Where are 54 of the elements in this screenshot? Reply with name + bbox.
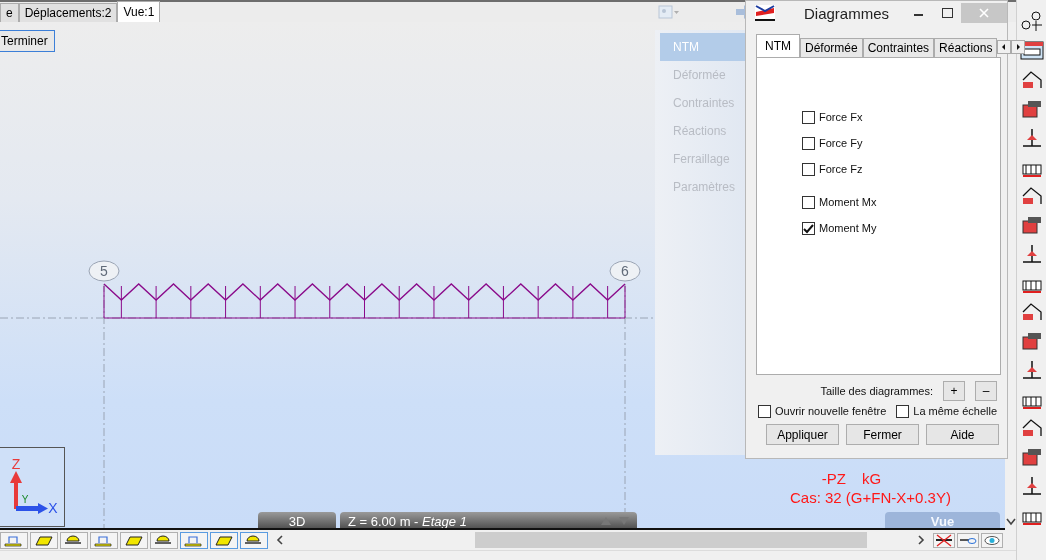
chevron-down-icon[interactable]	[1005, 518, 1016, 526]
dialog-tab[interactable]: Réactions	[934, 38, 998, 57]
tab[interactable]: Vue:1	[117, 1, 161, 22]
level-bar[interactable]: Z = 6.00 m - Etage 1	[340, 512, 637, 528]
link-icon[interactable]	[956, 532, 979, 548]
checkbox[interactable]	[802, 110, 815, 124]
dialog-button[interactable]: Appliquer	[766, 424, 839, 445]
axis-label: Y	[21, 494, 28, 505]
chevron-left-icon[interactable]	[276, 535, 284, 545]
diagram-app-icon	[754, 4, 776, 22]
checkbox[interactable]	[802, 136, 815, 150]
checkbox[interactable]	[896, 404, 910, 418]
crossed-out-icon[interactable]	[932, 532, 955, 548]
checkbox-label: La même échelle	[913, 405, 998, 417]
checkbox-label: Ouvrir nouvelle fenêtre	[775, 405, 887, 417]
load-case-label: Cas: 32 (G+FN-X+0.3Y)	[790, 489, 951, 506]
finish-button[interactable]: Terminer	[0, 30, 55, 52]
eye-icon[interactable]	[980, 532, 1003, 548]
axis-icon[interactable]	[1018, 10, 1045, 34]
checkbox[interactable]	[802, 221, 815, 235]
node-label: 6	[609, 260, 641, 282]
tab-scroll-left-icon[interactable]	[997, 40, 1012, 54]
dialog-tab[interactable]: NTM	[756, 34, 800, 57]
checkbox[interactable]	[758, 404, 771, 418]
3d-button[interactable]: 3D	[258, 512, 336, 528]
dialog-tab[interactable]: Déformée	[800, 38, 863, 57]
tab[interactable]: e	[0, 3, 19, 22]
scroll-thumb[interactable]	[475, 532, 867, 548]
dialog-button[interactable]: Fermer	[846, 424, 919, 445]
node-label: 5	[88, 260, 120, 282]
chevron-right-icon[interactable]	[916, 535, 925, 545]
checkbox-label: Moment Mx	[819, 196, 877, 208]
dialog-button[interactable]: Aide	[926, 424, 999, 445]
result-quantity: -PZ	[821, 470, 846, 487]
checkbox[interactable]	[802, 195, 815, 209]
size-label: Taille des diagrammes:	[820, 385, 933, 397]
tab-scroll-right-icon[interactable]	[1011, 40, 1026, 54]
z-axis-arrow	[9, 471, 22, 509]
axis-label: Z	[11, 456, 20, 472]
checkbox-label: Force Fz	[819, 163, 863, 175]
slab-icon[interactable]	[30, 531, 58, 549]
dialog-tab[interactable]: Contraintes	[862, 38, 935, 57]
tab[interactable]: Déplacements:2	[18, 3, 118, 22]
size-step-button[interactable]: +	[943, 381, 965, 401]
axis-label: X	[47, 500, 58, 516]
checkbox[interactable]	[802, 162, 815, 176]
x-axis-arrow	[15, 503, 48, 514]
result-unit: kG	[861, 470, 882, 487]
size-step-button[interactable]: –	[975, 381, 997, 401]
level-label: Z = 6.00 m - Etage 1	[348, 513, 467, 528]
checkbox-label: Moment My	[819, 222, 877, 234]
checkbox-label: Force Fy	[819, 137, 863, 149]
checkbox-label: Force Fx	[819, 111, 863, 123]
dialog-title: Diagrammes	[804, 4, 891, 22]
